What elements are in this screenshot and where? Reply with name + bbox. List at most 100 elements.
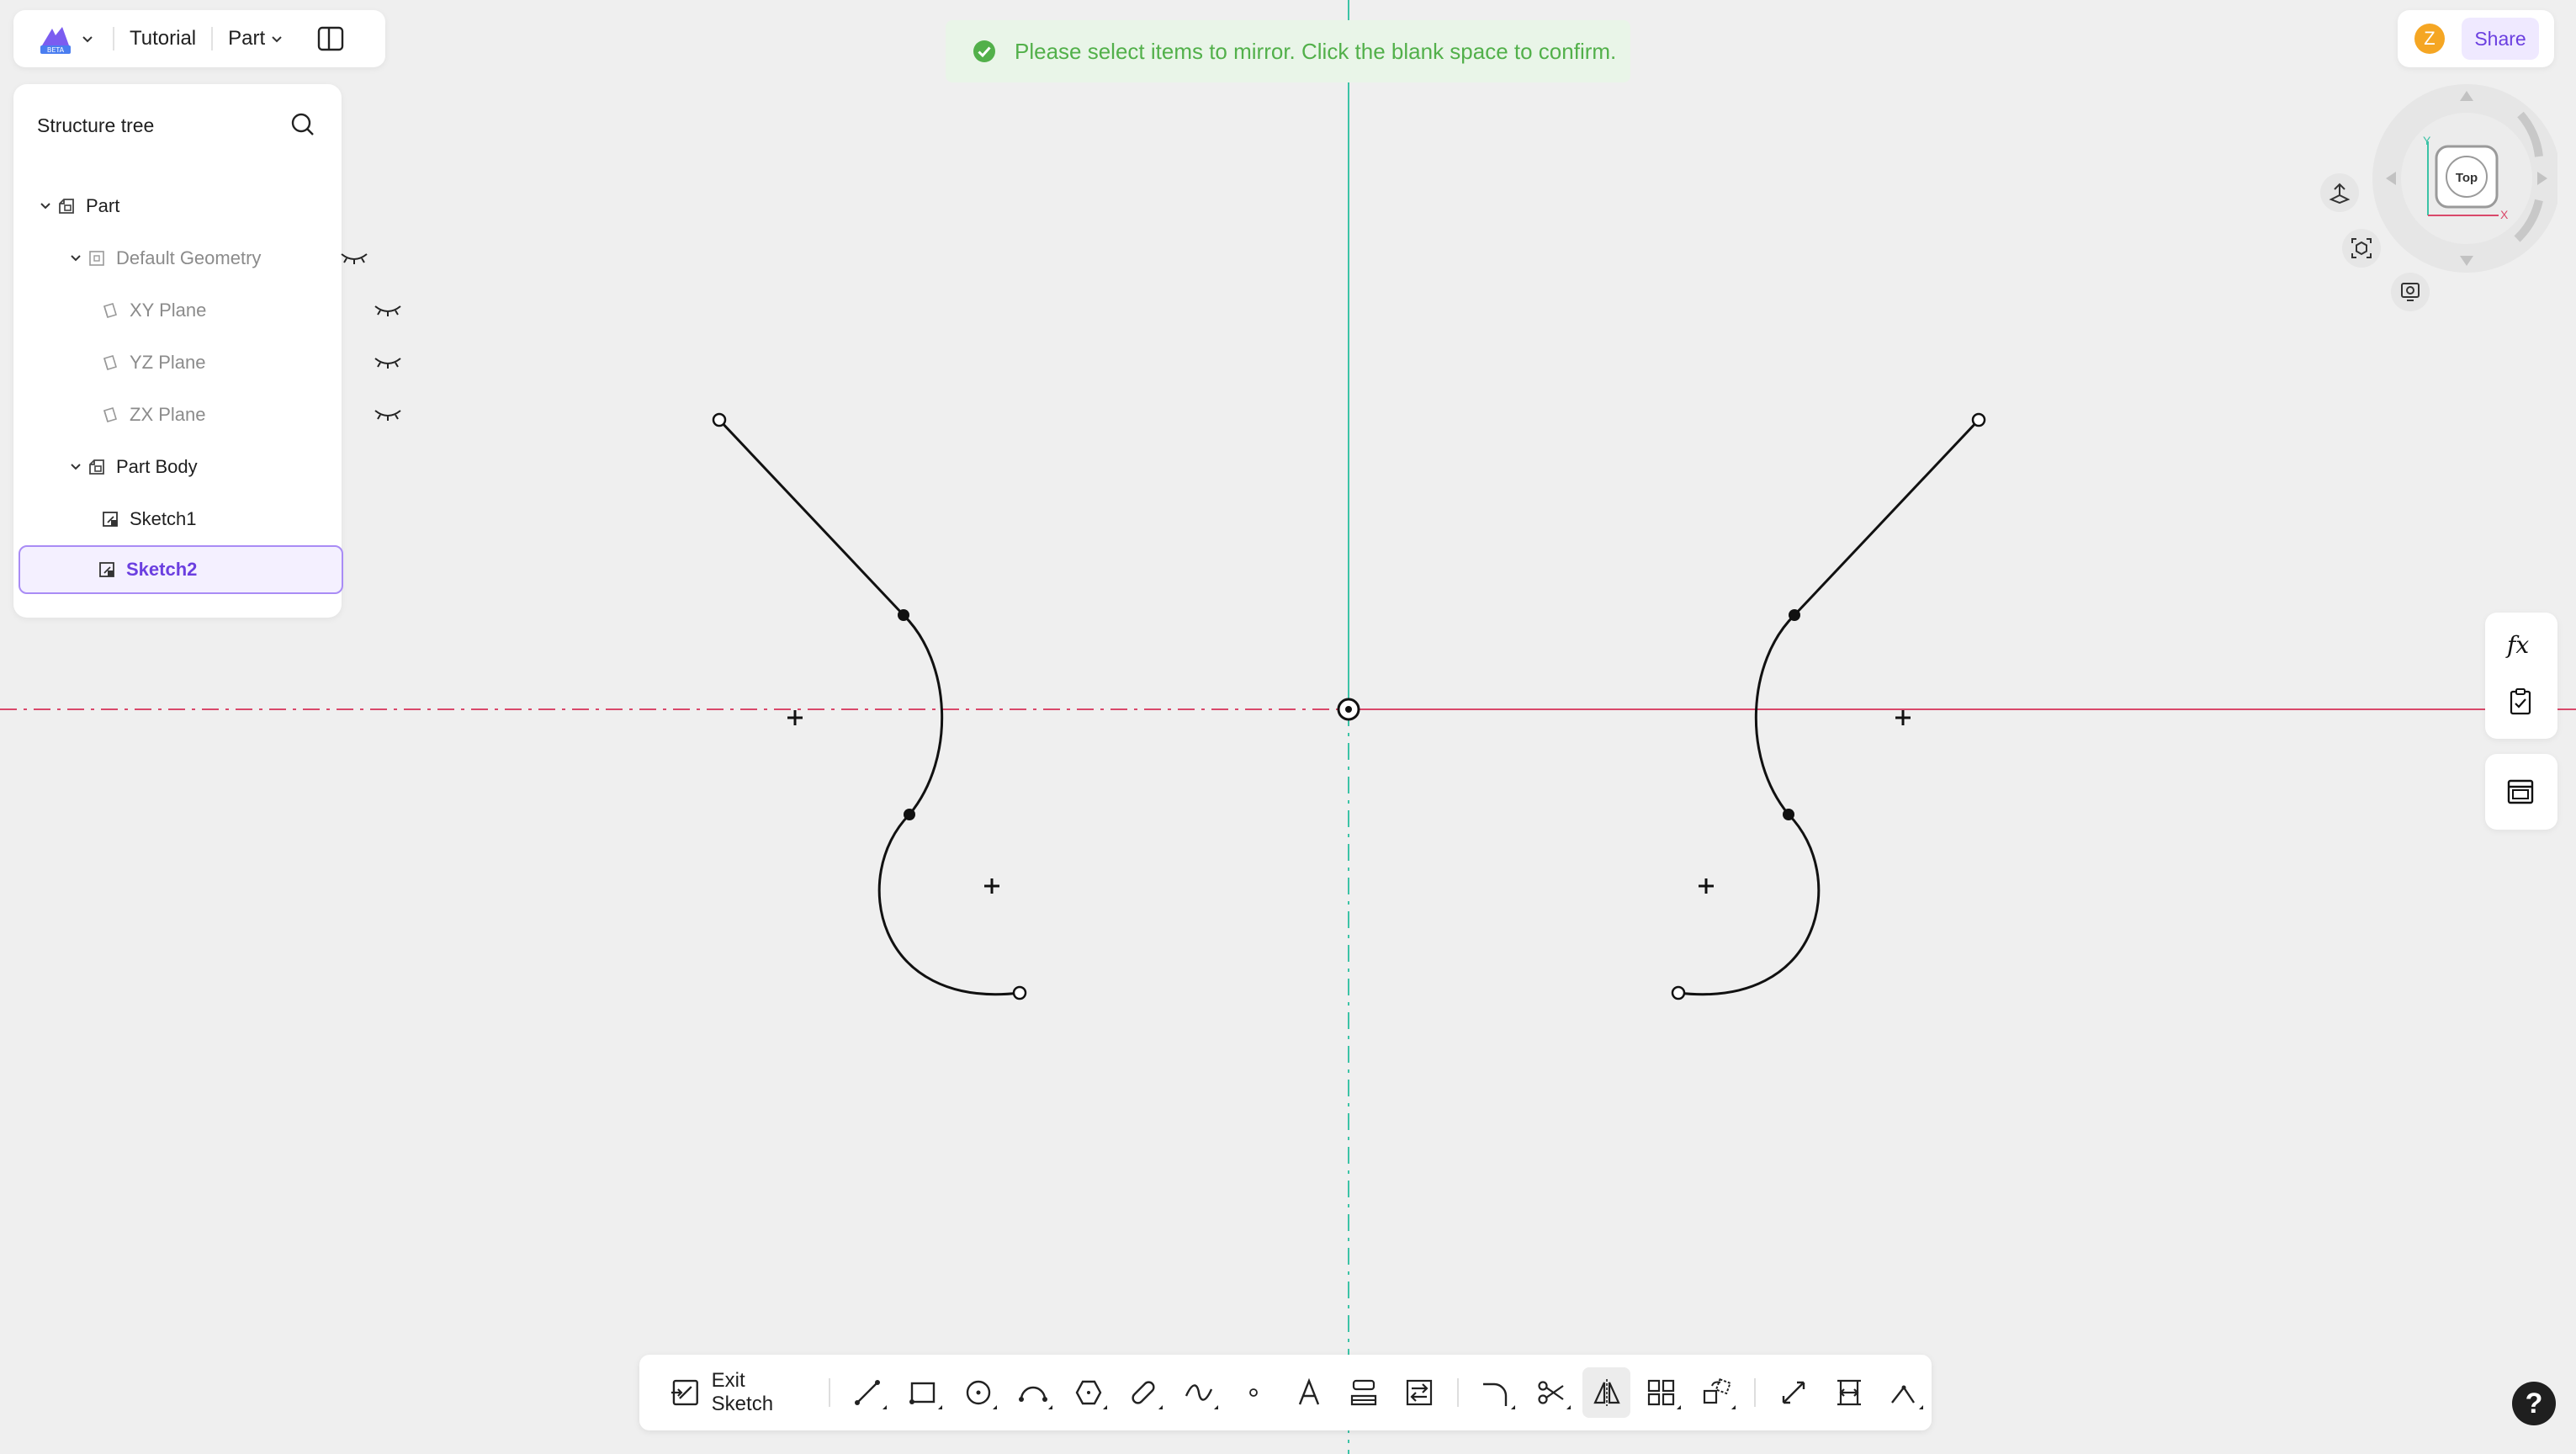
body-icon: [86, 456, 108, 478]
check-sketch-button[interactable]: [2500, 682, 2541, 722]
circle-tool-button[interactable]: [954, 1367, 1003, 1418]
arc-tool-button[interactable]: [1009, 1367, 1057, 1418]
slot-tool-button[interactable]: [1119, 1367, 1168, 1418]
properties-panel-toggle: [2485, 754, 2557, 830]
mirror-tool-button[interactable]: [1582, 1367, 1631, 1418]
sketch-toolbar: Exit Sketch: [639, 1355, 1932, 1430]
spline-icon: [1185, 1384, 1212, 1401]
part-icon: [56, 195, 77, 217]
fillet-tool-button[interactable]: [1472, 1367, 1521, 1418]
left-profile[interactable]: [718, 418, 1020, 996]
divider: [211, 27, 214, 50]
slot-icon: [1132, 1381, 1155, 1404]
tree-item-part-body[interactable]: Part Body: [19, 443, 384, 491]
line-tool-button[interactable]: [844, 1367, 893, 1418]
divider: [113, 27, 114, 50]
help-button[interactable]: ?: [2512, 1382, 2556, 1425]
spline-tool-button[interactable]: [1174, 1367, 1223, 1418]
fit-view-button[interactable]: [2342, 229, 2381, 268]
tree-item-zx-plane[interactable]: ZX Plane: [19, 390, 417, 439]
tree-item-sketch2[interactable]: Sketch2: [19, 545, 343, 594]
circle-icon: [966, 1380, 990, 1405]
tree-item-xy-plane[interactable]: XY Plane: [19, 286, 417, 335]
tree-search-button[interactable]: [288, 109, 318, 140]
project-icon: [1351, 1379, 1377, 1406]
tree-item-part[interactable]: Part: [19, 182, 353, 231]
extend-tool-button[interactable]: [1769, 1367, 1818, 1418]
tree-item-label: YZ Plane: [130, 352, 206, 373]
transform-icon: [1703, 1378, 1731, 1404]
mode-dropdown[interactable]: Part: [228, 27, 284, 50]
line-icon: [855, 1380, 881, 1405]
exit-sketch-icon: [671, 1379, 698, 1406]
point-tool-button[interactable]: [1230, 1367, 1279, 1418]
trim-tool-button[interactable]: [1527, 1367, 1576, 1418]
convert-tool-button[interactable]: [1395, 1367, 1444, 1418]
app-menu-chevron-icon[interactable]: [77, 32, 98, 45]
fit-view-icon: [2351, 238, 2372, 258]
search-icon: [291, 113, 314, 135]
chevron-down-icon[interactable]: [35, 196, 56, 216]
plane-icon: [99, 352, 121, 374]
chevron-down-icon[interactable]: [66, 457, 86, 477]
right-endpoints[interactable]: [1671, 412, 1986, 1000]
pattern-icon: [1647, 1379, 1675, 1406]
toggle-panel-button[interactable]: [314, 22, 347, 56]
divider: [1456, 1378, 1459, 1407]
clipboard-check-icon: [2510, 688, 2531, 715]
rectangle-icon: [909, 1382, 936, 1404]
transform-tool-button[interactable]: [1693, 1367, 1741, 1418]
dimension-tool-button[interactable]: [1825, 1367, 1874, 1418]
convert-icon: [1406, 1379, 1433, 1406]
properties-button[interactable]: [2500, 772, 2541, 812]
tree-item-yz-plane[interactable]: YZ Plane: [19, 338, 417, 387]
constraint-tool-button[interactable]: [1880, 1367, 1929, 1418]
mirror-icon: [1593, 1379, 1620, 1406]
svg-text:fx: fx: [2505, 631, 2529, 659]
eye-closed-icon[interactable]: [372, 353, 404, 373]
left-arc-centers: [787, 710, 999, 894]
left-endpoints[interactable]: [712, 412, 1027, 1000]
view-cube-top-face[interactable]: Top: [2435, 145, 2499, 209]
eye-closed-icon[interactable]: [338, 248, 370, 268]
structure-tree-panel: Structure tree Part Default Geometry XY …: [13, 84, 401, 618]
sketch-canvas[interactable]: [0, 0, 2576, 1454]
home-view-button[interactable]: [2320, 173, 2359, 212]
eye-closed-icon[interactable]: [372, 300, 404, 321]
user-share-bar: Z Share: [2398, 10, 2554, 67]
sketch-icon: [99, 508, 121, 530]
avatar[interactable]: Z: [2414, 24, 2445, 54]
scissors-icon: [1538, 1381, 1564, 1404]
tree-item-label: Part Body: [116, 456, 198, 477]
axis-y-label: Y: [2423, 134, 2431, 147]
dimension-icon: [1837, 1379, 1861, 1406]
tree-item-label: Sketch1: [130, 508, 197, 529]
svg-text:BETA: BETA: [47, 46, 65, 54]
text-tool-button[interactable]: [1285, 1367, 1333, 1418]
display-mode-button[interactable]: [2391, 273, 2430, 311]
exit-sketch-button[interactable]: Exit Sketch: [663, 1367, 819, 1418]
display-mode-icon: [2401, 283, 2420, 301]
eye-closed-icon[interactable]: [372, 405, 404, 425]
formula-button[interactable]: fx: [2500, 624, 2541, 665]
app-logo-icon[interactable]: BETA: [35, 19, 76, 59]
tree-item-default-geometry[interactable]: Default Geometry: [19, 234, 384, 283]
check-circle-icon: [973, 40, 995, 62]
share-button[interactable]: Share: [2462, 18, 2539, 60]
tree-item-label: ZX Plane: [130, 404, 206, 425]
pattern-tool-button[interactable]: [1637, 1367, 1686, 1418]
toast-message: Please select items to mirror. Click the…: [1015, 38, 1617, 64]
project-tool-button[interactable]: [1340, 1367, 1389, 1418]
chevron-down-icon[interactable]: [66, 248, 86, 268]
tree-item-label: Part: [86, 195, 120, 216]
origin-point[interactable]: [1337, 698, 1360, 721]
polygon-tool-button[interactable]: [1064, 1367, 1113, 1418]
sidebar-toggle-icon: [317, 26, 344, 51]
rectangle-tool-button[interactable]: [898, 1367, 947, 1418]
tree-item-sketch1[interactable]: Sketch1: [19, 495, 417, 544]
axis-x-label: X: [2500, 208, 2509, 221]
tree-title: Structure tree: [37, 114, 155, 136]
right-profile[interactable]: [1678, 418, 1980, 996]
project-name[interactable]: Tutorial: [130, 27, 196, 50]
divider: [828, 1378, 830, 1407]
